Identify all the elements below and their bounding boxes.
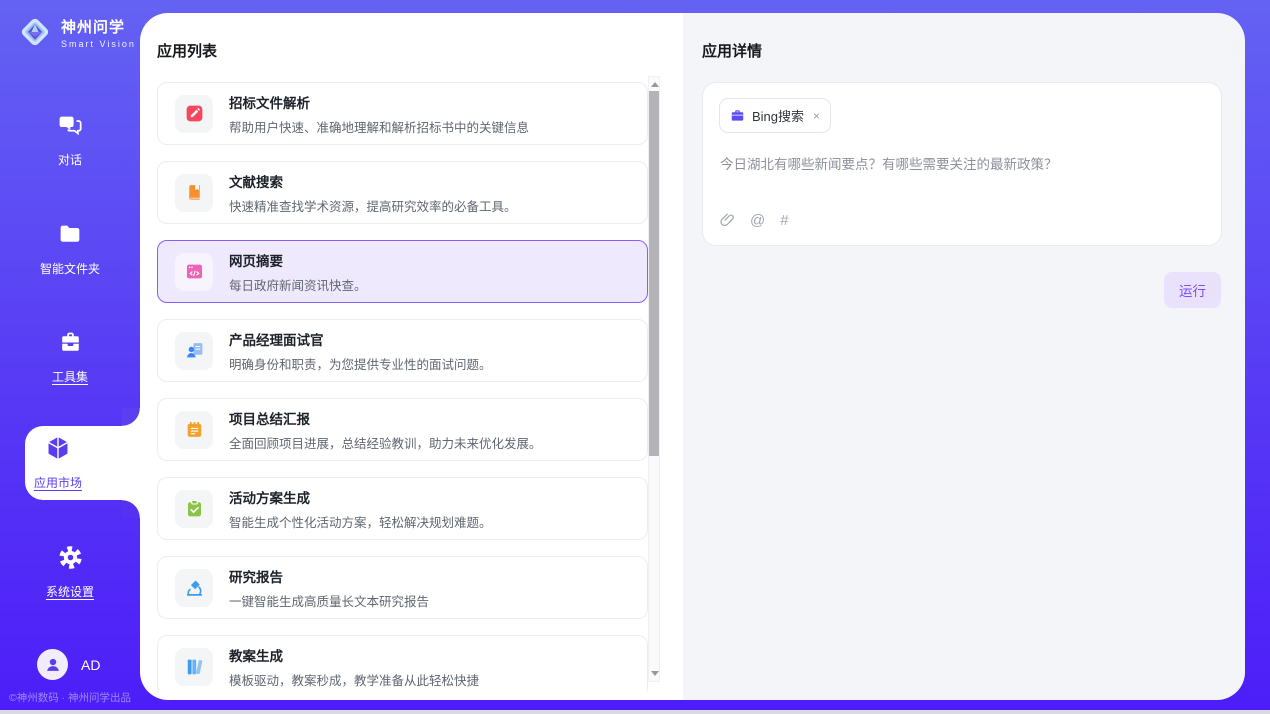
scroll-down-icon[interactable] (651, 671, 659, 676)
app-name: 研究报告 (229, 566, 429, 586)
app-detail-panel: 应用详情 Bing搜索 × 今日湖北有哪些新闻要点？有哪些需要关注的最新政策？ … (683, 13, 1245, 700)
main-content: 应用列表 招标文件解析 帮助用户快速、准确地理解和解析招标书中的关键信息 文献搜… (140, 13, 1245, 700)
books-icon (175, 648, 213, 686)
interviewer-icon (175, 332, 213, 370)
app-desc: 每日政府新闻资讯快查。 (229, 275, 367, 294)
paperclip-icon[interactable] (719, 212, 735, 229)
app-name: 活动方案生成 (229, 487, 492, 507)
app-list-panel: 应用列表 招标文件解析 帮助用户快速、准确地理解和解析招标书中的关键信息 文献搜… (140, 13, 683, 700)
clipboard-check-icon (175, 490, 213, 528)
bottom-edge (0, 710, 1270, 714)
composer-toolbar: @ # (719, 212, 789, 229)
scrollbar-thumb[interactable] (649, 91, 659, 456)
research-icon (175, 569, 213, 607)
app-desc: 快速精准查找学术资源，提高研究效率的必备工具。 (229, 196, 517, 215)
app-card[interactable]: 产品经理面试官 明确身份和职责，为您提供专业性的面试问题。 (157, 319, 648, 382)
toolbox-icon (57, 329, 84, 356)
app-name: 招标文件解析 (229, 92, 529, 112)
sidebar-item-smart-folder[interactable]: 智能文件夹 (0, 221, 140, 277)
sidebar-item-label: 智能文件夹 (0, 260, 140, 277)
app-list-title: 应用列表 (157, 40, 217, 61)
app-list: 招标文件解析 帮助用户快速、准确地理解和解析招标书中的关键信息 文献搜索 快速精… (157, 82, 648, 692)
chat-icon (57, 112, 84, 139)
tool-chip-bing-search[interactable]: Bing搜索 × (719, 98, 831, 133)
app-name: 产品经理面试官 (229, 329, 492, 349)
sidebar-item-settings[interactable]: 系统设置 (0, 544, 140, 600)
app-desc: 全面回顾项目进展，总结经验教训，助力未来优化发展。 (229, 433, 542, 452)
question-text[interactable]: 今日湖北有哪些新闻要点？有哪些需要关注的最新政策？ (720, 153, 1205, 173)
sidebar-item-app-market[interactable]: 应用市场 (0, 434, 140, 491)
app-card[interactable]: 研究报告 一键智能生成高质量长文本研究报告 (157, 556, 648, 619)
app-card[interactable]: 文献搜索 快速精准查找学术资源，提高研究效率的必备工具。 (157, 161, 648, 224)
diamond-logo-icon (16, 13, 54, 51)
person-icon (42, 654, 64, 676)
app-card[interactable]: 网页摘要 每日政府新闻资讯快查。 (157, 240, 648, 303)
app-name: 教案生成 (229, 645, 479, 665)
user-initials: AD (81, 657, 100, 673)
sidebar-item-label: 工具集 (0, 368, 140, 385)
brand-title: 神州问学 (61, 16, 136, 37)
app-desc: 帮助用户快速、准确地理解和解析招标书中的关键信息 (229, 117, 529, 136)
app-desc: 模板驱动，教案秒成，教学准备从此轻松快捷 (229, 670, 479, 689)
sidebar-item-label: 应用市场 (0, 474, 116, 491)
brand-logo: 神州问学 Smart Vision (16, 13, 136, 51)
app-name: 网页摘要 (229, 250, 367, 270)
folder-icon (57, 221, 84, 248)
sidebar-footer: ©神州数码 · 神州问学出品 (0, 690, 140, 705)
app-name: 文献搜索 (229, 171, 517, 191)
hashtag-icon[interactable]: # (780, 212, 788, 229)
scroll-up-icon[interactable] (651, 82, 659, 87)
sidebar-item-label: 对话 (0, 151, 140, 168)
app-name: 项目总结汇报 (229, 408, 542, 428)
browser-code-icon (175, 253, 213, 291)
mention-icon[interactable]: @ (750, 212, 765, 229)
sidebar-item-toolset[interactable]: 工具集 (0, 329, 140, 385)
sidebar: 神州问学 Smart Vision 对话 智能文件夹 工具集 应用市场 (0, 0, 140, 714)
app-card[interactable]: 项目总结汇报 全面回顾项目进展，总结经验教训，助力未来优化发展。 (157, 398, 648, 461)
app-card[interactable]: 招标文件解析 帮助用户快速、准确地理解和解析招标书中的关键信息 (157, 82, 648, 145)
report-note-icon (175, 411, 213, 449)
edit-square-icon (175, 95, 213, 133)
gear-icon (57, 544, 84, 571)
run-button[interactable]: 运行 (1164, 272, 1221, 308)
app-card[interactable]: 活动方案生成 智能生成个性化活动方案，轻松解决规划难题。 (157, 477, 648, 540)
tool-chip-label: Bing搜索 (752, 106, 804, 125)
app-detail-title: 应用详情 (702, 40, 762, 61)
cube-icon (44, 434, 72, 462)
chip-close-icon[interactable]: × (813, 109, 820, 123)
sidebar-item-chat[interactable]: 对话 (0, 112, 140, 168)
app-desc: 明确身份和职责，为您提供专业性的面试问题。 (229, 354, 492, 373)
book-icon (175, 174, 213, 212)
app-card[interactable]: 教案生成 模板驱动，教案秒成，教学准备从此轻松快捷 (157, 635, 648, 692)
user-account[interactable]: AD (37, 649, 100, 680)
prompt-card: Bing搜索 × 今日湖北有哪些新闻要点？有哪些需要关注的最新政策？ @ # (702, 82, 1222, 246)
app-desc: 一键智能生成高质量长文本研究报告 (229, 591, 429, 610)
app-desc: 智能生成个性化活动方案，轻松解决规划难题。 (229, 512, 492, 531)
avatar (37, 649, 68, 680)
scrollbar[interactable] (648, 76, 660, 682)
brand-subtitle: Smart Vision (61, 39, 136, 49)
briefcase-icon (730, 108, 745, 123)
sidebar-item-label: 系统设置 (0, 583, 140, 600)
